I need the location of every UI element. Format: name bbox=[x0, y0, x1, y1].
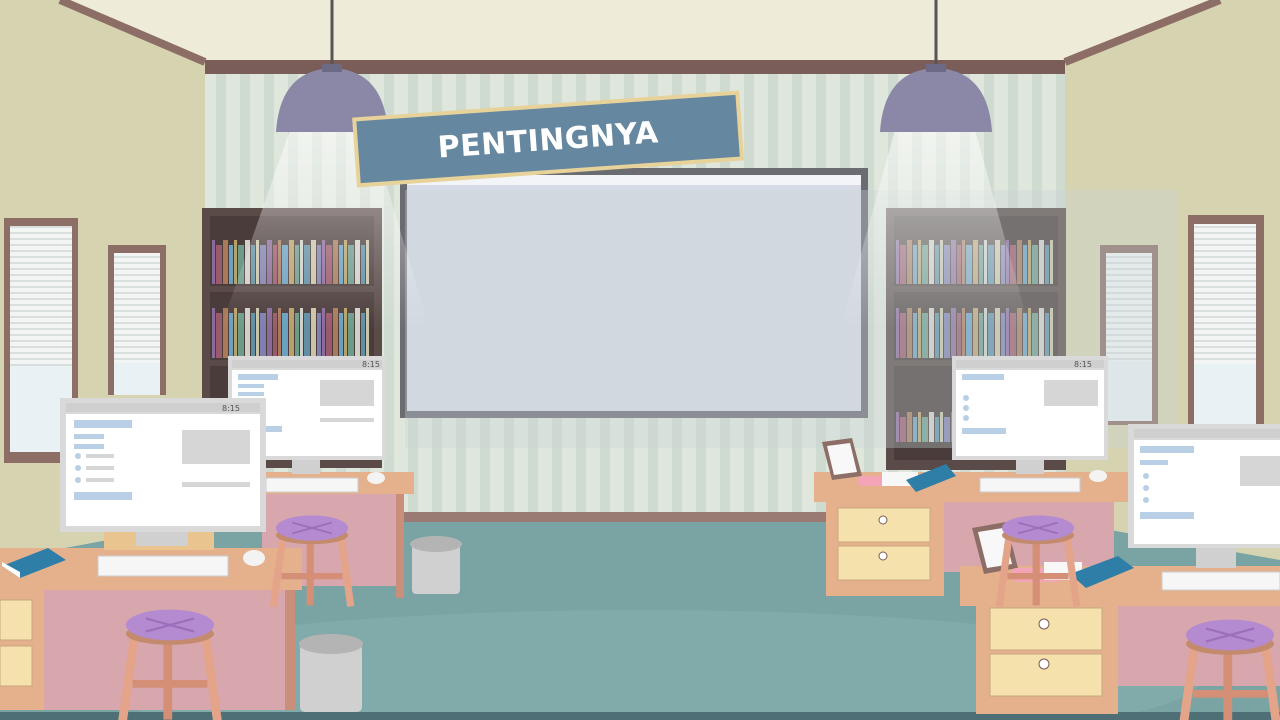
shelf-book bbox=[229, 245, 233, 284]
mouse bbox=[243, 550, 265, 566]
trash-bin bbox=[410, 536, 462, 594]
monitor-clock: 8:15 bbox=[1074, 360, 1092, 369]
mouse bbox=[367, 472, 385, 484]
monitor-clock: 8:15 bbox=[222, 404, 240, 413]
shelf-book bbox=[216, 245, 222, 284]
front-right-monitor bbox=[1128, 424, 1280, 568]
right-window-2 bbox=[1188, 215, 1264, 435]
shelf-book bbox=[216, 313, 222, 358]
classroom-illustration: PENTINGNYA 8:15 8:15 8:15 bbox=[0, 0, 1280, 720]
back-right-monitor: 8:15 bbox=[952, 356, 1108, 474]
monitor-clock: 8:15 bbox=[362, 360, 380, 369]
keyboard bbox=[265, 477, 359, 493]
keyboard bbox=[979, 477, 1081, 493]
mouse bbox=[1089, 470, 1107, 482]
shelf-book bbox=[234, 240, 237, 284]
keyboard bbox=[97, 555, 229, 577]
keyboard bbox=[1161, 571, 1280, 591]
trash-bin bbox=[299, 634, 363, 712]
shelf-book bbox=[223, 240, 228, 284]
classroom-scene: PENTINGNYA 8:15 8:15 8:15 bbox=[0, 0, 1280, 720]
shelf-book bbox=[212, 308, 215, 358]
shelf-book bbox=[212, 240, 215, 284]
left-window-2 bbox=[108, 245, 166, 395]
front-left-monitor: 8:15 bbox=[60, 398, 266, 546]
